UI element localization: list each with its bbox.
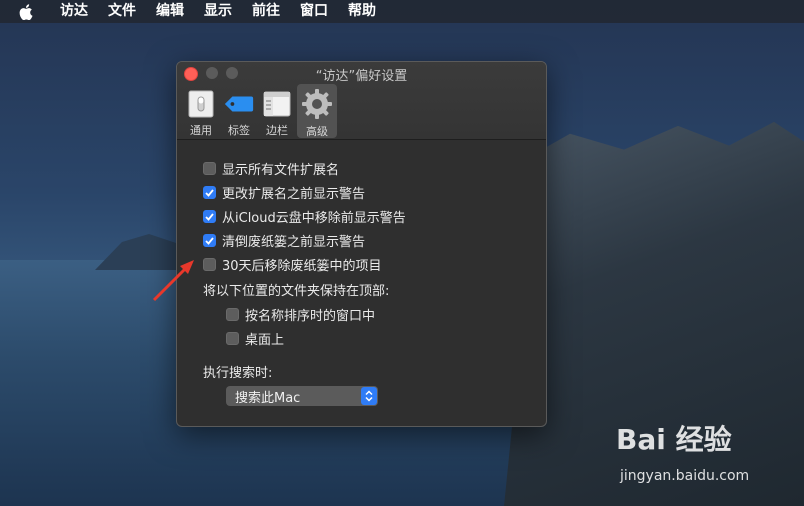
checkbox-unchecked[interactable]: [203, 258, 216, 271]
checkbox-unchecked[interactable]: [203, 162, 216, 175]
menu-go[interactable]: 前往: [242, 0, 290, 23]
option-label: 显示所有文件扩展名: [222, 163, 340, 178]
keep-folders-heading: 将以下位置的文件夹保持在顶部:: [203, 284, 390, 299]
option-folders-top-sorted-windows[interactable]: 按名称排序时的窗口中: [226, 305, 375, 324]
checkmark-icon: [205, 236, 214, 245]
search-heading: 执行搜索时:: [203, 366, 273, 381]
option-warn-icloud-remove[interactable]: 从iCloud云盘中移除前显示警告: [203, 207, 406, 226]
tab-general[interactable]: 通用: [183, 84, 219, 138]
tab-advanced[interactable]: 高级: [297, 84, 337, 138]
option-label: 30天后移除废纸篓中的项目: [222, 259, 382, 274]
checkbox-checked[interactable]: [203, 234, 216, 247]
desktop: 访达 文件 编辑 显示 前往 窗口 帮助 “访达”偏好设置 通用 标签 边栏 高…: [0, 0, 804, 506]
tag-icon: [223, 88, 255, 119]
chevron-up-down-icon: [361, 387, 377, 405]
option-show-extensions[interactable]: 显示所有文件扩展名: [203, 159, 339, 178]
checkbox-unchecked[interactable]: [226, 332, 239, 345]
option-folders-top-desktop[interactable]: 桌面上: [226, 329, 284, 348]
option-label: 从iCloud云盘中移除前显示警告: [222, 211, 406, 226]
tab-label: 边栏: [266, 124, 288, 137]
apple-menu-icon[interactable]: [16, 2, 36, 22]
general-switch-icon: [185, 88, 217, 119]
tab-tags[interactable]: 标签: [221, 84, 257, 138]
tab-sidebar[interactable]: 边栏: [259, 84, 295, 138]
option-warn-empty-trash[interactable]: 清倒废纸篓之前显示警告: [203, 231, 365, 250]
select-value: 搜索此Mac: [235, 390, 301, 406]
checkbox-checked[interactable]: [203, 210, 216, 223]
search-scope-select[interactable]: 搜索此Mac: [226, 386, 378, 406]
menu-bar: 访达 文件 编辑 显示 前往 窗口 帮助: [0, 0, 804, 23]
menu-edit[interactable]: 编辑: [146, 0, 194, 23]
annotation-arrow-icon: [150, 258, 198, 308]
menu-window[interactable]: 窗口: [290, 0, 338, 23]
window-titlebar: “访达”偏好设置 通用 标签 边栏 高级: [177, 62, 546, 140]
menu-finder[interactable]: 访达: [50, 0, 98, 23]
option-label: 更改扩展名之前显示警告: [222, 187, 366, 202]
checkmark-icon: [205, 212, 214, 221]
option-remove-trash-30-days[interactable]: 30天后移除废纸篓中的项目: [203, 255, 382, 274]
menu-file[interactable]: 文件: [98, 0, 146, 23]
tab-label: 标签: [228, 124, 250, 137]
checkbox-unchecked[interactable]: [226, 308, 239, 321]
option-label: 桌面上: [245, 333, 285, 348]
watermark-brand: Bai 经验: [616, 423, 732, 456]
window-title: “访达”偏好设置: [315, 69, 408, 84]
gear-icon: [301, 88, 333, 120]
tab-label: 高级: [306, 125, 328, 138]
watermark-url: jingyan.baidu.com: [620, 468, 750, 484]
menu-help[interactable]: 帮助: [338, 0, 386, 23]
option-warn-change-extension[interactable]: 更改扩展名之前显示警告: [203, 183, 365, 202]
checkmark-icon: [205, 188, 214, 197]
finder-preferences-window: “访达”偏好设置 通用 标签 边栏 高级 显示所有文件扩展名 更改扩展名之前显示…: [176, 61, 547, 427]
preferences-toolbar: 通用 标签 边栏 高级: [183, 84, 337, 138]
checkbox-checked[interactable]: [203, 186, 216, 199]
option-label: 清倒废纸篓之前显示警告: [222, 235, 366, 250]
option-label: 按名称排序时的窗口中: [245, 309, 376, 324]
sidebar-icon: [261, 88, 293, 119]
baidu-watermark: Bai 经验 jingyan.baidu.com: [616, 418, 796, 498]
menu-view[interactable]: 显示: [194, 0, 242, 23]
tab-label: 通用: [190, 124, 212, 137]
